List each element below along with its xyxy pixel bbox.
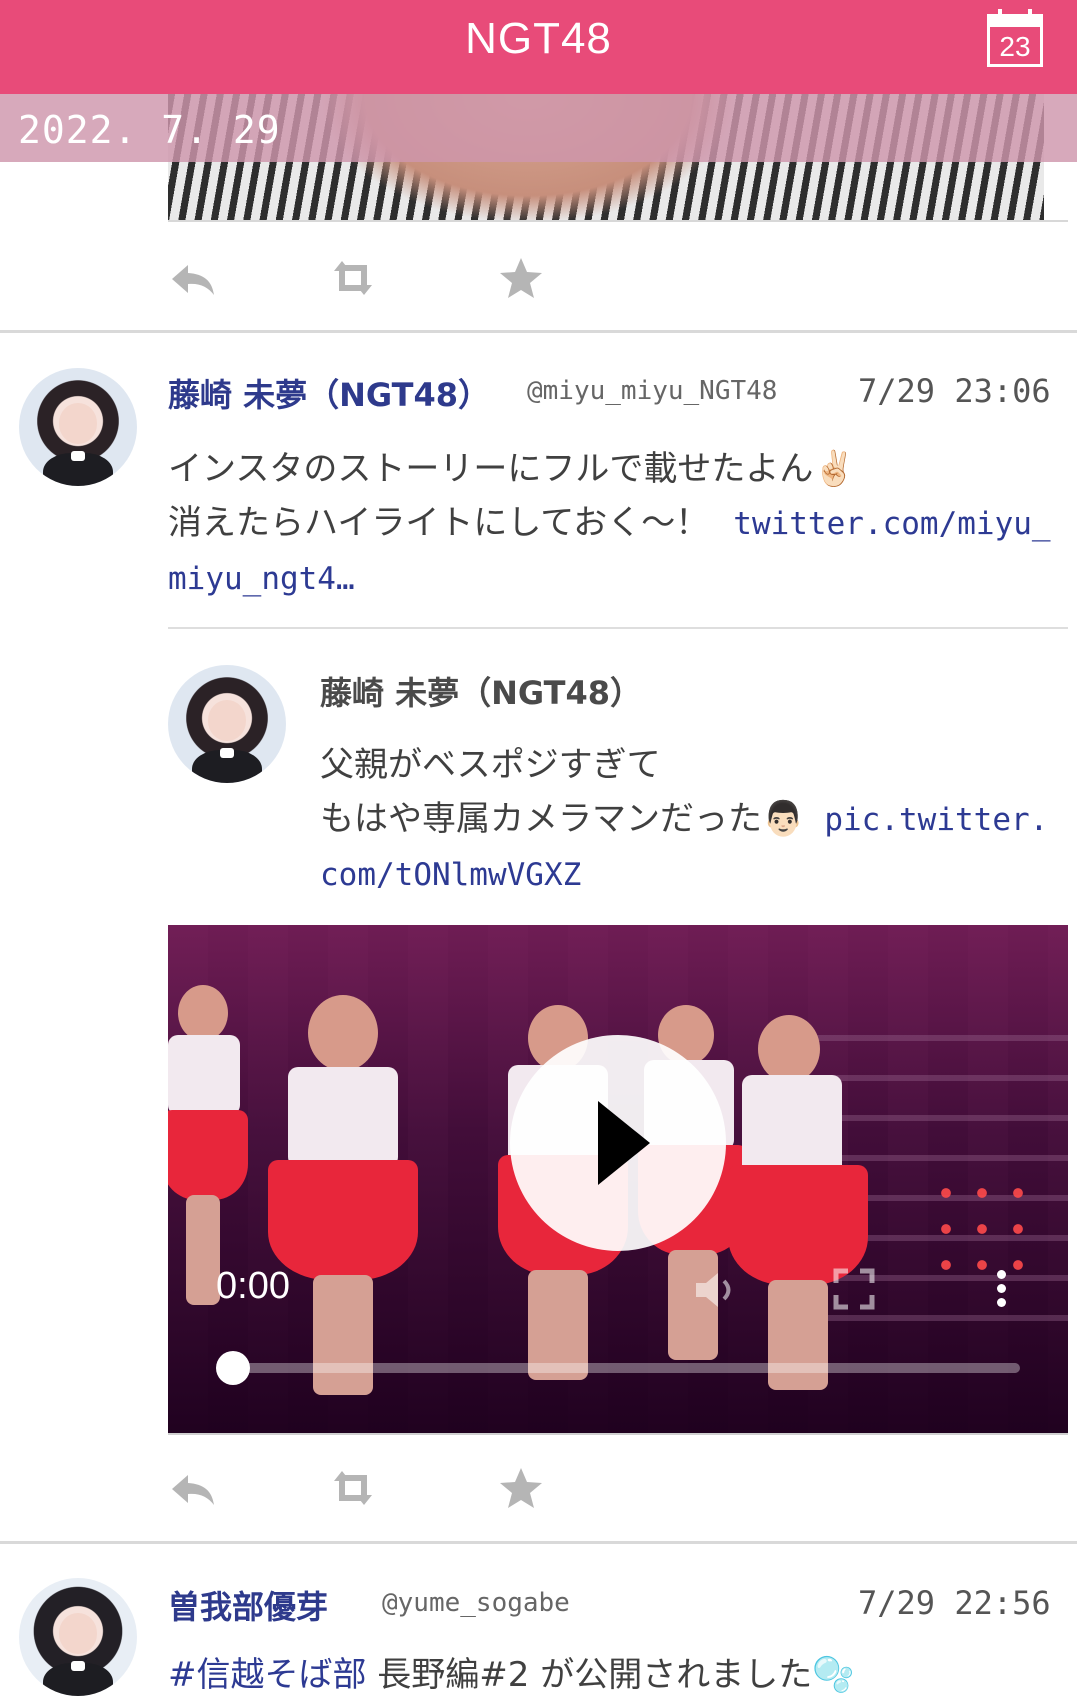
- quoted-avatar[interactable]: [168, 665, 286, 783]
- quote-divider: [168, 627, 1068, 629]
- date-banner: 2022. 7. 29: [0, 94, 1077, 162]
- performer-head: [758, 1015, 820, 1083]
- app-title: NGT48: [465, 14, 612, 63]
- author-handle[interactable]: @yume_sogabe: [382, 1588, 570, 1618]
- tweet-text-segment: 長野編#2 が公開されました🫧: [366, 1655, 855, 1695]
- calendar-button[interactable]: 23: [987, 9, 1043, 67]
- quoted-text-segment: もはや専属カメラマンだった👨🏻: [320, 799, 805, 839]
- performer-shirt: [742, 1075, 842, 1175]
- avatar[interactable]: [19, 1578, 137, 1696]
- avatar[interactable]: [19, 368, 137, 486]
- play-button[interactable]: [510, 1035, 726, 1251]
- quoted-link-continued[interactable]: com/tONlmwVGXZ: [320, 857, 581, 893]
- tweet-text-line: miyu_ngt4…: [168, 551, 1068, 606]
- like-button[interactable]: [496, 1463, 546, 1513]
- like-button[interactable]: [496, 253, 546, 303]
- tweet-text-line: インスタのストーリーにフルで載せたよん✌🏻: [168, 449, 856, 489]
- video-progress-knob[interactable]: [216, 1351, 250, 1385]
- tweet-separator: [0, 1541, 1077, 1544]
- app-header: NGT48 23: [0, 0, 1077, 94]
- tweet-link-continued[interactable]: miyu_ngt4…: [168, 561, 355, 597]
- hashtag-link[interactable]: #信越そば部: [168, 1655, 367, 1695]
- performer-head: [308, 995, 378, 1071]
- image-divider: [168, 220, 1068, 222]
- video-bottom-line: [168, 1433, 1068, 1435]
- reply-button[interactable]: [168, 253, 218, 303]
- retweet-button[interactable]: [328, 1463, 378, 1513]
- quoted-text-line: 父親がベスポジすぎて: [320, 745, 661, 785]
- tweet-text-line: 消えたらハイライトにしておく〜！ twitter.com/miyu_: [168, 496, 1068, 551]
- performer-head: [178, 985, 228, 1041]
- video-player[interactable]: 0:00: [168, 925, 1068, 1433]
- quoted-link[interactable]: pic.twitter.: [824, 802, 1048, 838]
- retweet-icon: [334, 261, 372, 295]
- avatar-bow: [70, 450, 86, 462]
- quoted-text-line: もはや専属カメラマンだった👨🏻 pic.twitter.: [320, 792, 1068, 847]
- fullscreen-icon[interactable]: [832, 1267, 876, 1311]
- tweet-text-segment: 消えたらハイライトにしておく〜！: [168, 503, 710, 543]
- tweet-separator: [0, 330, 1077, 333]
- video-progress-track[interactable]: [234, 1363, 1020, 1373]
- more-dot: [996, 1284, 1006, 1293]
- tweet-actions: [168, 1463, 548, 1513]
- reply-button[interactable]: [168, 1463, 218, 1513]
- reply-icon: [172, 265, 214, 295]
- avatar-bow: [219, 747, 235, 759]
- tweet-link[interactable]: twitter.com/miyu_: [733, 506, 1050, 542]
- performer-legs: [186, 1195, 220, 1305]
- avatar-face: [59, 1613, 97, 1654]
- performer-shirt: [288, 1067, 398, 1167]
- avatar-face: [208, 700, 246, 741]
- retweet-icon: [334, 1471, 372, 1505]
- more-dot: [996, 1298, 1006, 1307]
- calendar-ring: [998, 9, 1002, 21]
- author-handle[interactable]: @miyu_miyu_NGT48: [527, 376, 777, 406]
- star-icon: [500, 258, 542, 298]
- more-dot: [996, 1270, 1006, 1279]
- author-name[interactable]: 藤崎 未夢（NGT48）: [168, 370, 490, 416]
- date-text: 2022. 7. 29: [18, 108, 281, 152]
- calendar-day: 23: [999, 31, 1031, 62]
- author-name[interactable]: 曽我部優芽: [168, 1582, 328, 1628]
- quoted-text-line: com/tONlmwVGXZ: [320, 847, 1068, 902]
- video-current-time: 0:00: [216, 1265, 290, 1307]
- quoted-tweet-text: 父親がベスポジすぎて もはや専属カメラマンだった👨🏻 pic.twitter. c…: [320, 738, 1068, 902]
- avatar-bow: [70, 1660, 86, 1672]
- more-options-icon[interactable]: [986, 1265, 1016, 1315]
- quoted-author-name[interactable]: 藤崎 未夢（NGT48）: [320, 668, 642, 714]
- star-icon: [500, 1468, 542, 1508]
- tweet-text: #信越そば部 長野編#2 が公開されました🫧: [168, 1648, 1068, 1702]
- calendar-ring: [1028, 9, 1032, 21]
- tweet-actions: [168, 253, 548, 303]
- stage-lights: [928, 1175, 1028, 1275]
- performer-legs: [313, 1275, 373, 1395]
- performer-legs: [768, 1280, 828, 1390]
- play-icon: [598, 1101, 650, 1185]
- tweet-time[interactable]: 7/29 23:06: [858, 372, 1051, 410]
- reply-icon: [172, 1475, 214, 1505]
- volume-icon[interactable]: [688, 1265, 738, 1315]
- tweet-time[interactable]: 7/29 22:56: [858, 1584, 1051, 1622]
- retweet-button[interactable]: [328, 253, 378, 303]
- tweet-text: インスタのストーリーにフルで載せたよん✌🏻 消えたらハイライトにしておく〜！ tw…: [168, 442, 1068, 606]
- performer-shirt: [168, 1035, 240, 1115]
- performer-skirt: [168, 1110, 248, 1200]
- performer-skirt: [268, 1160, 418, 1280]
- avatar-face: [59, 403, 97, 444]
